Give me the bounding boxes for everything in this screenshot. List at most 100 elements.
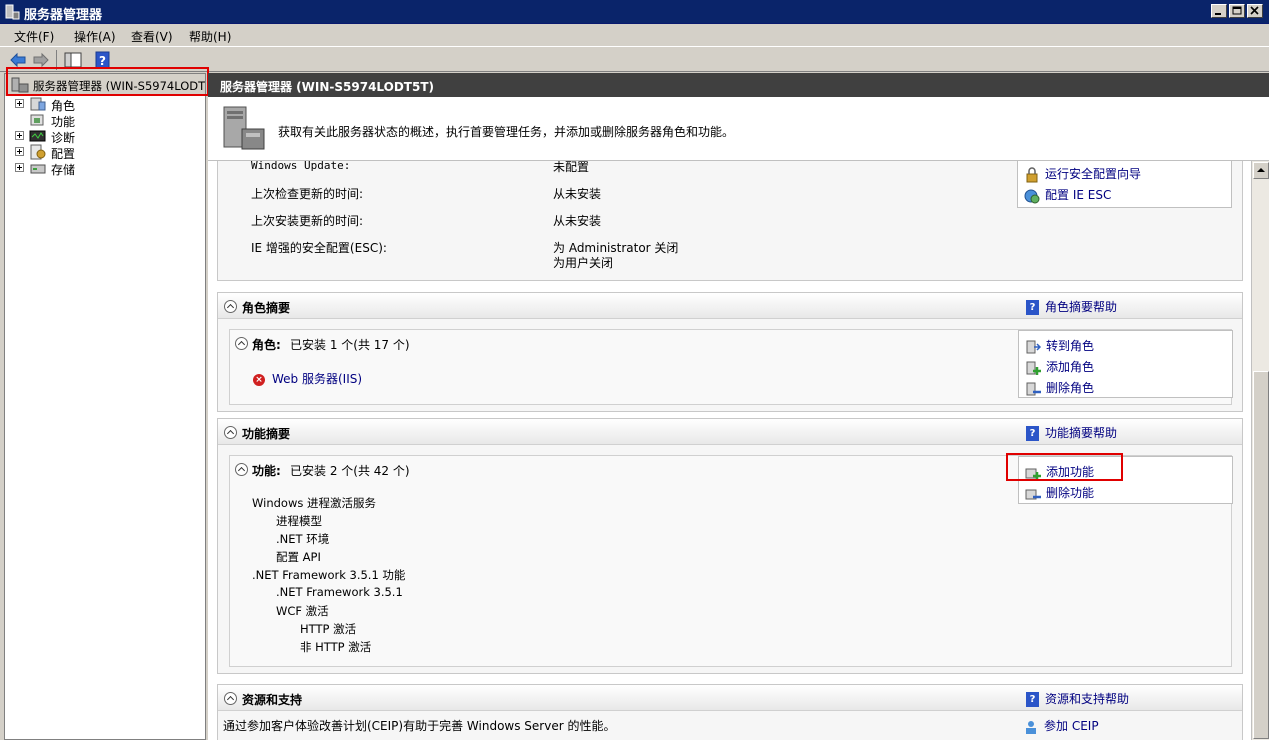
feature-item: HTTP 激活	[300, 622, 357, 636]
row-label: IE 增强的安全配置(ESC):	[251, 241, 387, 255]
svg-text:?: ?	[99, 54, 106, 68]
add-roles-icon	[1026, 361, 1041, 375]
toolbar: ?	[0, 46, 1269, 72]
server-manager-icon	[5, 4, 20, 20]
menu-action[interactable]: 操作(A)	[74, 28, 116, 45]
tree-root-label: 服务器管理器 (WIN-S5974LODT5	[33, 79, 206, 93]
roles-summary-help-link[interactable]: ? 角色摘要帮助	[1026, 298, 1117, 315]
security-tasks: 运行安全配置向导 配置 IE ESC	[1017, 161, 1232, 208]
diagnostics-icon	[29, 130, 46, 142]
row-label: Windows Update:	[251, 161, 351, 172]
resources-title: 资源和支持	[242, 693, 303, 707]
roles-summary-panel: 角色摘要 ? 角色摘要帮助 角色: 已安装 1 个(共 17 个) × Web 服务…	[217, 292, 1243, 412]
roles-subpanel: 角色: 已安装 1 个(共 17 个) × Web 服务器(IIS) 转到角色 添…	[229, 329, 1233, 405]
maximize-button[interactable]	[1229, 4, 1245, 18]
forward-arrow-icon[interactable]	[31, 50, 51, 70]
back-arrow-icon[interactable]	[8, 50, 28, 70]
remove-features-link[interactable]: 删除功能	[1025, 484, 1094, 502]
remove-roles-icon	[1026, 382, 1041, 395]
resources-header: 资源和支持 ? 资源和支持帮助	[218, 685, 1242, 711]
features-tasks: 添加功能 删除功能	[1018, 456, 1233, 504]
row-value: 从未安装	[553, 214, 602, 228]
show-hide-tree-icon[interactable]	[63, 50, 83, 70]
feature-item: Windows 进程激活服务	[252, 496, 376, 510]
tree-item-configuration[interactable]: 配置	[5, 144, 205, 161]
menu-file[interactable]: 文件(F)	[14, 28, 54, 45]
run-security-wizard-link[interactable]: 运行安全配置向导	[1024, 165, 1141, 183]
expand-icon[interactable]	[15, 131, 24, 140]
help-icon: ?	[1026, 692, 1039, 707]
scroll-up-button[interactable]	[1253, 162, 1269, 179]
features-summary-title: 功能摘要	[242, 427, 291, 441]
storage-icon	[30, 164, 46, 174]
go-to-roles-link[interactable]: 转到角色	[1025, 337, 1094, 355]
features-summary-help-link[interactable]: ? 功能摘要帮助	[1026, 424, 1117, 441]
features-subpanel: 功能: 已安装 2 个(共 42 个) Windows 进程激活服务 进程模型 …	[229, 455, 1233, 667]
tree-item-features[interactable]: 功能	[5, 112, 205, 129]
ceip-description: 通过参加客户体验改善计划(CEIP)有助于完善 Windows Server 的…	[223, 719, 616, 733]
minimize-icon	[1215, 13, 1221, 15]
add-features-icon	[1025, 468, 1041, 480]
help-icon: ?	[1026, 300, 1039, 315]
roles-icon	[30, 97, 46, 111]
row-value: 从未安装	[553, 187, 602, 201]
row-label: 上次检查更新的时间:	[251, 187, 364, 201]
row-label: 上次安装更新的时间:	[251, 214, 364, 228]
menu-view[interactable]: 查看(V)	[131, 28, 173, 45]
expand-icon[interactable]	[15, 147, 24, 156]
tree-item-roles[interactable]: 角色	[5, 96, 205, 113]
vertical-scrollbar[interactable]	[1251, 161, 1269, 740]
row-value: 未配置	[553, 161, 590, 174]
feature-item: .NET Framework 3.5.1	[276, 585, 403, 599]
resources-panel: 资源和支持 ? 资源和支持帮助 通过参加客户体验改善计划(CEIP)有助于完善 W…	[217, 684, 1243, 740]
expand-icon[interactable]	[15, 163, 24, 172]
features-summary-header: 功能摘要 ? 功能摘要帮助	[218, 419, 1242, 445]
configuration-icon	[30, 144, 46, 160]
resources-help-link[interactable]: ? 资源和支持帮助	[1026, 690, 1129, 707]
collapse-icon[interactable]	[224, 300, 237, 313]
minimize-button[interactable]	[1211, 4, 1227, 18]
help-icon[interactable]: ?	[93, 50, 113, 70]
role-web-server-link[interactable]: × Web 服务器(IIS)	[253, 370, 362, 387]
feature-item: 非 HTTP 激活	[300, 640, 372, 654]
roles-summary-header: 角色摘要 ? 角色摘要帮助	[218, 293, 1242, 319]
roles-label: 角色:	[252, 338, 281, 352]
close-button[interactable]	[1247, 4, 1263, 18]
collapse-icon[interactable]	[235, 337, 248, 350]
scrollbar-thumb[interactable]	[1253, 371, 1269, 739]
remove-roles-link[interactable]: 删除角色	[1025, 379, 1094, 397]
add-roles-link[interactable]: 添加角色	[1025, 358, 1094, 376]
lock-icon	[1026, 166, 1038, 182]
maximize-icon	[1232, 6, 1242, 15]
expand-icon[interactable]	[15, 99, 24, 108]
tree-root-server-manager[interactable]: 服务器管理器 (WIN-S5974LODT5	[5, 74, 206, 96]
collapse-icon[interactable]	[224, 692, 237, 705]
collapse-icon[interactable]	[224, 426, 237, 439]
server-tower-icon	[223, 106, 265, 150]
details-intro: 获取有关此服务器状态的概述，执行首要管理任务，并添加或删除服务器角色和功能。	[208, 97, 1269, 161]
add-features-link[interactable]: 添加功能	[1025, 463, 1094, 481]
roles-tasks: 转到角色 添加角色 删除角色	[1018, 330, 1233, 398]
features-count: 已安装 2 个(共 42 个)	[290, 464, 410, 478]
features-summary-panel: 功能摘要 ? 功能摘要帮助 功能: 已安装 2 个(共 42 个) Windows…	[217, 418, 1243, 674]
arrow-up-icon	[1257, 168, 1265, 172]
error-icon: ×	[253, 373, 265, 386]
collapse-icon[interactable]	[235, 463, 248, 476]
menu-help[interactable]: 帮助(H)	[189, 28, 231, 45]
tree-item-diagnostics[interactable]: 诊断	[5, 128, 205, 145]
tree-item-storage[interactable]: 存储	[5, 160, 205, 177]
configure-ie-esc-link[interactable]: 配置 IE ESC	[1024, 186, 1111, 204]
ceip-icon	[1026, 720, 1036, 734]
tree-item-label: 存储	[51, 163, 76, 177]
help-icon: ?	[1026, 426, 1039, 441]
remove-features-icon	[1025, 489, 1041, 499]
details-content: Windows Update: 未配置 上次检查更新的时间: 从未安装 上次安装…	[208, 161, 1251, 740]
roles-summary-title: 角色摘要	[242, 301, 291, 315]
details-header: 服务器管理器 (WIN-S5974LODT5T)	[208, 73, 1269, 97]
roles-count: 已安装 1 个(共 17 个)	[290, 338, 410, 352]
join-ceip-link[interactable]: 参加 CEIP	[1023, 717, 1099, 735]
feature-item: 进程模型	[276, 514, 322, 528]
title-bar: 服务器管理器	[0, 0, 1269, 24]
go-to-roles-icon	[1026, 340, 1041, 353]
server-manager-icon	[11, 77, 29, 93]
